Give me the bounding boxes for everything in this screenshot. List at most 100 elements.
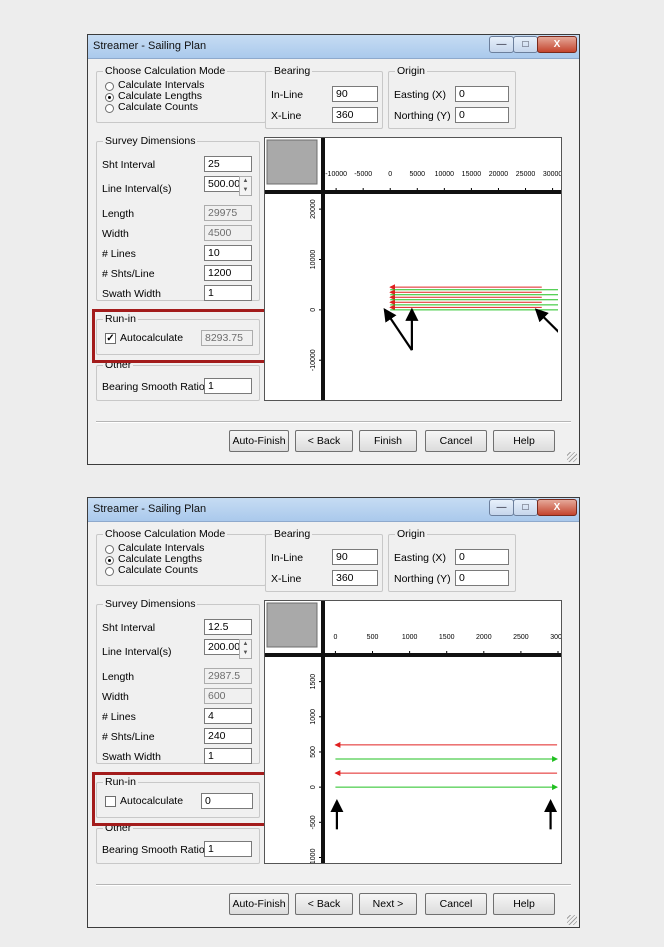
radio-calc-lengths[interactable] (105, 93, 114, 102)
radio-calc-counts[interactable] (105, 104, 114, 113)
origin-group: Origin Easting (X) 0 Northing (Y) 0 (388, 65, 516, 129)
auto-finish-button[interactable]: Auto-Finish (229, 430, 289, 452)
smooth-ratio-input[interactable]: 1 (204, 378, 252, 394)
inline-label: In-Line (271, 89, 304, 101)
lines-label: # Lines (102, 711, 136, 723)
sht-interval-input[interactable]: 12.5 (204, 619, 252, 635)
minimize-button[interactable]: — (489, 36, 514, 53)
cancel-button[interactable]: Cancel (425, 893, 487, 915)
swath-width-input[interactable]: 1 (204, 748, 252, 764)
x-tick-label: 2000 (476, 634, 492, 641)
bearing-group: Bearing In-Line 90 X-Line 360 (265, 528, 383, 592)
close-button[interactable]: X (537, 36, 577, 53)
length-value: 29975 (204, 205, 252, 221)
swath-width-label: Swath Width (102, 288, 161, 300)
group-legend: Origin (395, 528, 428, 540)
smooth-ratio-input[interactable]: 1 (204, 841, 252, 857)
line-interval-input[interactable]: 200.00 (204, 639, 240, 655)
northing-label: Northing (Y) (394, 573, 451, 585)
inline-bearing-input[interactable]: 90 (332, 549, 378, 565)
x-tick-label: 1000 (402, 634, 418, 641)
swath-width-label: Swath Width (102, 751, 161, 763)
x-tick-label: 2500 (513, 634, 529, 641)
x-tick-label: 25000 (516, 171, 536, 178)
next-button[interactable]: Next > (359, 893, 417, 915)
help-button[interactable]: Help (493, 893, 555, 915)
maximize-button[interactable]: □ (513, 36, 538, 53)
x-tick-label: 5000 (410, 171, 426, 178)
easting-input[interactable]: 0 (455, 86, 509, 102)
shots-per-line-input[interactable]: 240 (204, 728, 252, 744)
x-tick-label: 0 (333, 634, 337, 641)
line-interval-input[interactable]: 500.00 (204, 176, 240, 192)
inline-bearing-input[interactable]: 90 (332, 86, 378, 102)
line-interval-spinner[interactable]: ▲ ▼ (239, 176, 252, 196)
length-value: 2987.5 (204, 668, 252, 684)
other-group: Other Bearing Smooth Ratio 1 (96, 822, 260, 864)
xline-bearing-input[interactable]: 360 (332, 570, 378, 586)
back-button[interactable]: < Back (295, 893, 353, 915)
annotation-arrow (534, 308, 558, 333)
bearing-group: Bearing In-Line 90 X-Line 360 (265, 65, 383, 129)
button-separator (96, 884, 571, 886)
easting-input[interactable]: 0 (455, 549, 509, 565)
group-legend: Bearing (272, 65, 313, 77)
radio-calc-counts[interactable] (105, 567, 114, 576)
annotation-arrow (383, 308, 413, 351)
radio-calc-lengths[interactable] (105, 556, 114, 565)
resize-grip[interactable] (567, 915, 577, 925)
x-tick-label: 500 (367, 634, 379, 641)
title-bar[interactable]: Streamer - Sailing Plan — □ X (88, 498, 579, 522)
plot-canvas: -10000 -5000 0 5000 10000 15000 20000 25000 3000… (265, 138, 561, 400)
window-title: Streamer - Sailing Plan (93, 40, 207, 52)
lines-label: # Lines (102, 248, 136, 260)
shots-per-line-label: # Shts/Line (102, 268, 155, 280)
y-tick-label: 10000 (310, 250, 317, 270)
back-button[interactable]: < Back (295, 430, 353, 452)
x-tick-label: 20000 (489, 171, 509, 178)
group-legend: Choose Calculation Mode (103, 65, 228, 77)
radio-calc-intervals[interactable] (105, 545, 114, 554)
xline-bearing-input[interactable]: 360 (332, 107, 378, 123)
sailing-plan-plot[interactable]: -10000 -5000 0 5000 10000 15000 20000 25000 3000… (264, 137, 562, 401)
finish-button[interactable]: Finish (359, 430, 417, 452)
shots-per-line-label: # Shts/Line (102, 731, 155, 743)
width-label: Width (102, 691, 129, 703)
width-value: 4500 (204, 225, 252, 241)
xline-label: X-Line (271, 110, 302, 122)
survey-dimensions-group: Survey Dimensions Sht Interval 12.5 Line… (96, 598, 260, 764)
maximize-button[interactable]: □ (513, 499, 538, 516)
runin-highlight-box (92, 772, 273, 826)
shots-per-line-input[interactable]: 1200 (204, 265, 252, 281)
line-interval-spinner[interactable]: ▲ ▼ (239, 639, 252, 659)
auto-finish-button[interactable]: Auto-Finish (229, 893, 289, 915)
radio-calc-intervals[interactable] (105, 82, 114, 91)
minimize-button[interactable]: — (489, 499, 514, 516)
y-tick-label: 20000 (310, 199, 317, 219)
group-legend: Choose Calculation Mode (103, 528, 228, 540)
y-tick-label: 1500 (310, 674, 317, 690)
resize-grip[interactable] (567, 452, 577, 462)
title-bar[interactable]: Streamer - Sailing Plan — □ X (88, 35, 579, 59)
lines-input[interactable]: 4 (204, 708, 252, 724)
width-label: Width (102, 228, 129, 240)
northing-input[interactable]: 0 (455, 107, 509, 123)
cancel-button[interactable]: Cancel (425, 430, 487, 452)
close-button[interactable]: X (537, 499, 577, 516)
lines-input[interactable]: 10 (204, 245, 252, 261)
help-button[interactable]: Help (493, 430, 555, 452)
sailing-plan-window-1: Streamer - Sailing Plan — □ X Choose Cal… (87, 34, 580, 465)
sailing-plan-plot[interactable]: 0 500 1000 1500 2000 2500 3000 1500 1000 500 0 -500… (264, 600, 562, 864)
radio-label: Calculate Counts (118, 564, 198, 576)
group-legend: Survey Dimensions (103, 598, 198, 610)
swath-width-input[interactable]: 1 (204, 285, 252, 301)
y-tick-label: 0 (310, 785, 317, 789)
sht-interval-input[interactable]: 25 (204, 156, 252, 172)
smooth-ratio-label: Bearing Smooth Ratio (102, 381, 205, 393)
calc-mode-group: Choose Calculation Mode Calculate Interv… (96, 528, 266, 586)
smooth-ratio-label: Bearing Smooth Ratio (102, 844, 205, 856)
easting-label: Easting (X) (394, 552, 446, 564)
x-tick-label: 1500 (439, 634, 455, 641)
northing-input[interactable]: 0 (455, 570, 509, 586)
overview-thumbnail (266, 139, 318, 185)
